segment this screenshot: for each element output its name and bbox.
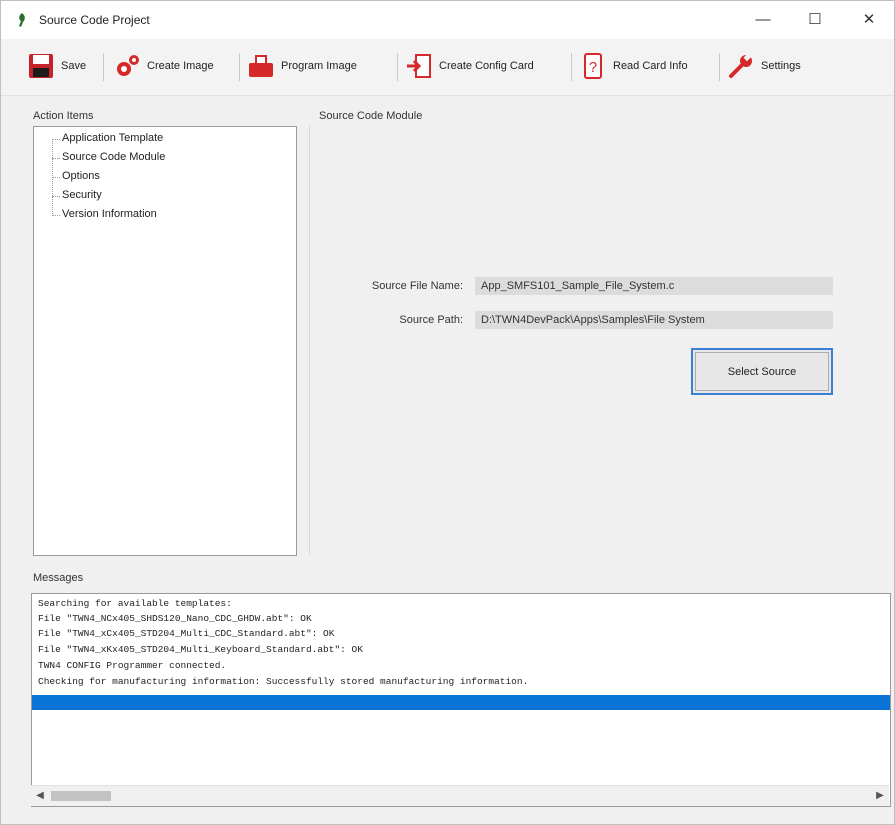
minimize-button[interactable]: — xyxy=(741,5,785,35)
create-config-card-button[interactable]: Create Config Card xyxy=(403,49,534,83)
tree-branch xyxy=(52,196,60,197)
toolbar-separator xyxy=(103,53,104,81)
tree-item-source-code-module[interactable]: Source Code Module xyxy=(62,151,165,163)
selected-message-line[interactable] xyxy=(32,695,890,710)
tree-item-security[interactable]: Security xyxy=(62,189,102,201)
read-card-info-button[interactable]: ? Read Card Info xyxy=(577,49,688,83)
chip-programmer-icon xyxy=(245,51,277,81)
main-window: Source Code Project — ☐ ✕ Save Create Im… xyxy=(0,0,895,825)
tree-branch xyxy=(52,139,60,140)
message-line: Checking for manufacturing information: … xyxy=(38,676,529,687)
toolbar-separator xyxy=(719,53,720,81)
message-line: File "TWN4_NCx405_SHDS120_Nano_CDC_GHDW.… xyxy=(38,613,312,624)
messages-label: Messages xyxy=(33,572,84,584)
horizontal-scrollbar[interactable]: ◀ ▶ xyxy=(31,785,889,806)
message-line: Searching for available templates: xyxy=(38,598,232,609)
tree-item-application-template[interactable]: Application Template xyxy=(62,132,163,144)
svg-text:?: ? xyxy=(589,59,597,76)
messages-box[interactable]: Searching for available templates: File … xyxy=(31,593,891,807)
scroll-right-icon[interactable]: ▶ xyxy=(871,786,889,806)
maximize-button[interactable]: ☐ xyxy=(793,5,837,35)
scroll-thumb[interactable] xyxy=(51,791,111,801)
close-button[interactable]: ✕ xyxy=(847,5,891,35)
source-file-field[interactable]: App_SMFS101_Sample_File_System.c xyxy=(475,277,833,295)
tree-branch xyxy=(52,158,60,159)
program-image-button[interactable]: Program Image xyxy=(245,49,357,83)
toolbar: Save Create Image Program Image Create C… xyxy=(1,39,894,96)
config-card-icon xyxy=(403,51,435,81)
settings-button[interactable]: Settings xyxy=(725,49,801,83)
scroll-left-icon[interactable]: ◀ xyxy=(31,786,49,806)
select-source-button[interactable]: Select Source xyxy=(691,348,833,395)
floppy-disk-icon xyxy=(25,51,57,81)
save-button[interactable]: Save xyxy=(25,49,86,83)
source-path-field[interactable]: D:\TWN4DevPack\Apps\Samples\File System xyxy=(475,311,833,329)
message-line: File "TWN4_xKx405_STD204_Multi_Keyboard_… xyxy=(38,644,363,655)
action-items-label: Action Items xyxy=(33,110,94,122)
toolbar-separator xyxy=(239,53,240,81)
app-icon xyxy=(19,13,25,27)
tree-item-version-information[interactable]: Version Information xyxy=(62,208,157,220)
tree-branch xyxy=(52,215,60,216)
source-path-label: Source Path: xyxy=(399,314,463,326)
toolbar-separator xyxy=(571,53,572,81)
create-image-button[interactable]: Create Image xyxy=(111,49,214,83)
title-bar: Source Code Project — ☐ ✕ xyxy=(1,1,894,39)
message-line: File "TWN4_xCx405_STD204_Multi_CDC_Stand… xyxy=(38,628,335,639)
source-file-label: Source File Name: xyxy=(371,280,463,292)
module-label: Source Code Module xyxy=(319,110,423,122)
action-items-tree: Application Template Source Code Module … xyxy=(33,126,297,556)
question-card-icon: ? xyxy=(577,51,609,81)
tree-branch xyxy=(52,177,60,178)
wrench-icon xyxy=(725,51,757,81)
source-code-module-panel xyxy=(309,126,870,554)
tree-item-options[interactable]: Options xyxy=(62,170,100,182)
window-title: Source Code Project xyxy=(39,13,150,27)
toolbar-separator xyxy=(397,53,398,81)
message-line: TWN4 CONFIG Programmer connected. xyxy=(38,660,227,671)
select-source-label: Select Source xyxy=(695,352,829,391)
gears-icon xyxy=(111,51,143,81)
